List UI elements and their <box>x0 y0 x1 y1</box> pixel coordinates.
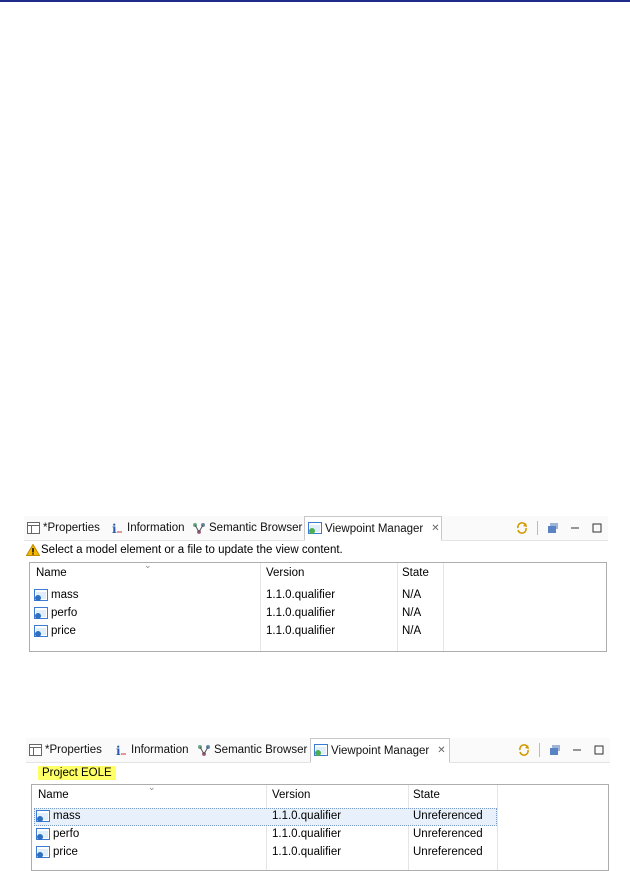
tab-label: Viewpoint Manager <box>331 744 430 757</box>
column-header-name[interactable]: Name <box>36 563 67 583</box>
name-cell: perfo <box>34 604 77 622</box>
table-row[interactable]: perfo 1.1.0.qualifier Unreferenced <box>32 825 608 843</box>
column-header-state[interactable]: State <box>413 785 440 805</box>
tab-label: *Properties <box>43 522 100 534</box>
close-icon[interactable]: ✕ <box>431 523 439 534</box>
toolbar-separator <box>537 521 538 535</box>
minimize-icon[interactable] <box>570 743 584 757</box>
project-label: Project EOLE <box>38 766 116 780</box>
viewpoint-name: mass <box>51 589 79 601</box>
sort-indicator-icon: ⌄ <box>148 782 156 792</box>
close-icon[interactable]: ✕ <box>437 745 445 756</box>
viewpoint-icon <box>34 606 49 620</box>
version-cell: 1.1.0.qualifier <box>272 846 342 858</box>
sync-icon[interactable] <box>515 521 529 535</box>
viewpoint-manager-panel-1: *Properties i Information Semantic Brows… <box>24 516 608 652</box>
properties-icon <box>28 743 42 757</box>
restore-icon[interactable] <box>546 521 560 535</box>
viewpoint-icon <box>36 827 51 841</box>
toolbar-separator <box>539 743 540 757</box>
view-toolbar <box>517 742 606 758</box>
viewpoint-icon <box>34 588 49 602</box>
name-cell: mass <box>36 807 80 825</box>
tab-semantic-browser[interactable]: Semantic Browser <box>197 738 307 762</box>
project-label-text: Project EOLE <box>38 766 116 780</box>
top-border-line <box>0 0 630 2</box>
semantic-browser-icon <box>192 521 206 535</box>
viewpoint-icon <box>34 624 49 638</box>
table-row[interactable]: mass 1.1.0.qualifier Unreferenced <box>32 807 608 825</box>
viewpoint-manager-icon <box>308 522 322 536</box>
status-message: Select a model element or a file to upda… <box>26 544 343 556</box>
view-tab-bar: *Properties i Information Semantic Brows… <box>26 738 610 763</box>
properties-icon <box>26 521 40 535</box>
state-cell: Unreferenced <box>413 846 483 858</box>
view-tab-bar: *Properties i Information Semantic Brows… <box>24 516 608 541</box>
tab-label: Information <box>131 744 189 756</box>
minimize-icon[interactable] <box>568 521 582 535</box>
svg-text:i: i <box>112 522 117 534</box>
tab-label: Semantic Browser <box>209 522 303 534</box>
column-header-version[interactable]: Version <box>266 563 304 583</box>
viewpoint-manager-icon <box>314 744 328 758</box>
name-cell: price <box>34 622 76 640</box>
tab-viewpoint-manager[interactable]: Viewpoint Manager ✕ <box>310 738 450 763</box>
information-icon: i <box>110 521 124 535</box>
sort-indicator-icon: ⌄ <box>144 560 152 570</box>
state-cell: N/A <box>402 625 422 637</box>
state-cell: N/A <box>402 607 422 619</box>
tab-label: Viewpoint Manager <box>325 522 424 535</box>
svg-text:i: i <box>116 744 121 756</box>
viewpoint-table: ⌄ Name Version State mass 1.1.0.qualifie… <box>31 782 609 871</box>
information-icon: i <box>114 743 128 757</box>
sync-icon[interactable] <box>517 743 531 757</box>
viewpoint-name: mass <box>53 810 81 822</box>
semantic-browser-icon <box>197 743 211 757</box>
tab-viewpoint-manager[interactable]: Viewpoint Manager ✕ <box>304 516 442 541</box>
name-cell: price <box>36 843 78 861</box>
tab-label: Semantic Browser <box>214 744 308 756</box>
state-cell: Unreferenced <box>413 810 483 822</box>
maximize-icon[interactable] <box>592 743 606 757</box>
restore-icon[interactable] <box>548 743 562 757</box>
tab-properties[interactable]: *Properties <box>26 516 100 540</box>
version-cell: 1.1.0.qualifier <box>272 810 342 822</box>
table-row[interactable]: price 1.1.0.qualifier N/A <box>30 622 606 640</box>
viewpoint-icon <box>36 809 51 823</box>
name-cell: perfo <box>36 825 79 843</box>
viewpoint-table: ⌄ Name Version State mass 1.1.0.qualifie… <box>29 560 607 652</box>
version-cell: 1.1.0.qualifier <box>266 607 336 619</box>
viewpoint-name: perfo <box>51 607 78 619</box>
warning-icon <box>26 544 40 556</box>
tab-label: Information <box>127 522 185 534</box>
column-header-name[interactable]: Name <box>38 785 69 805</box>
version-cell: 1.1.0.qualifier <box>266 625 336 637</box>
maximize-icon[interactable] <box>590 521 604 535</box>
version-cell: 1.1.0.qualifier <box>272 828 342 840</box>
state-cell: N/A <box>402 589 422 601</box>
table-row[interactable]: mass 1.1.0.qualifier N/A <box>30 586 606 604</box>
state-cell: Unreferenced <box>413 828 483 840</box>
status-message-text: Select a model element or a file to upda… <box>41 544 343 556</box>
version-cell: 1.1.0.qualifier <box>266 589 336 601</box>
viewpoint-name: price <box>53 846 78 858</box>
tab-label: *Properties <box>45 744 102 756</box>
table-row[interactable]: price 1.1.0.qualifier Unreferenced <box>32 843 608 861</box>
tab-semantic-browser[interactable]: Semantic Browser <box>192 516 302 540</box>
tab-properties[interactable]: *Properties <box>28 738 102 762</box>
column-header-state[interactable]: State <box>402 563 429 583</box>
name-cell: mass <box>34 586 78 604</box>
column-header-version[interactable]: Version <box>272 785 310 805</box>
viewpoint-manager-panel-2: *Properties i Information Semantic Brows… <box>26 738 610 871</box>
tab-information[interactable]: i Information <box>110 516 185 540</box>
view-toolbar <box>515 520 604 536</box>
viewpoint-name: price <box>51 625 76 637</box>
table-row[interactable]: perfo 1.1.0.qualifier N/A <box>30 604 606 622</box>
viewpoint-icon <box>36 845 51 859</box>
viewpoint-name: perfo <box>53 828 80 840</box>
tab-information[interactable]: i Information <box>114 738 189 762</box>
